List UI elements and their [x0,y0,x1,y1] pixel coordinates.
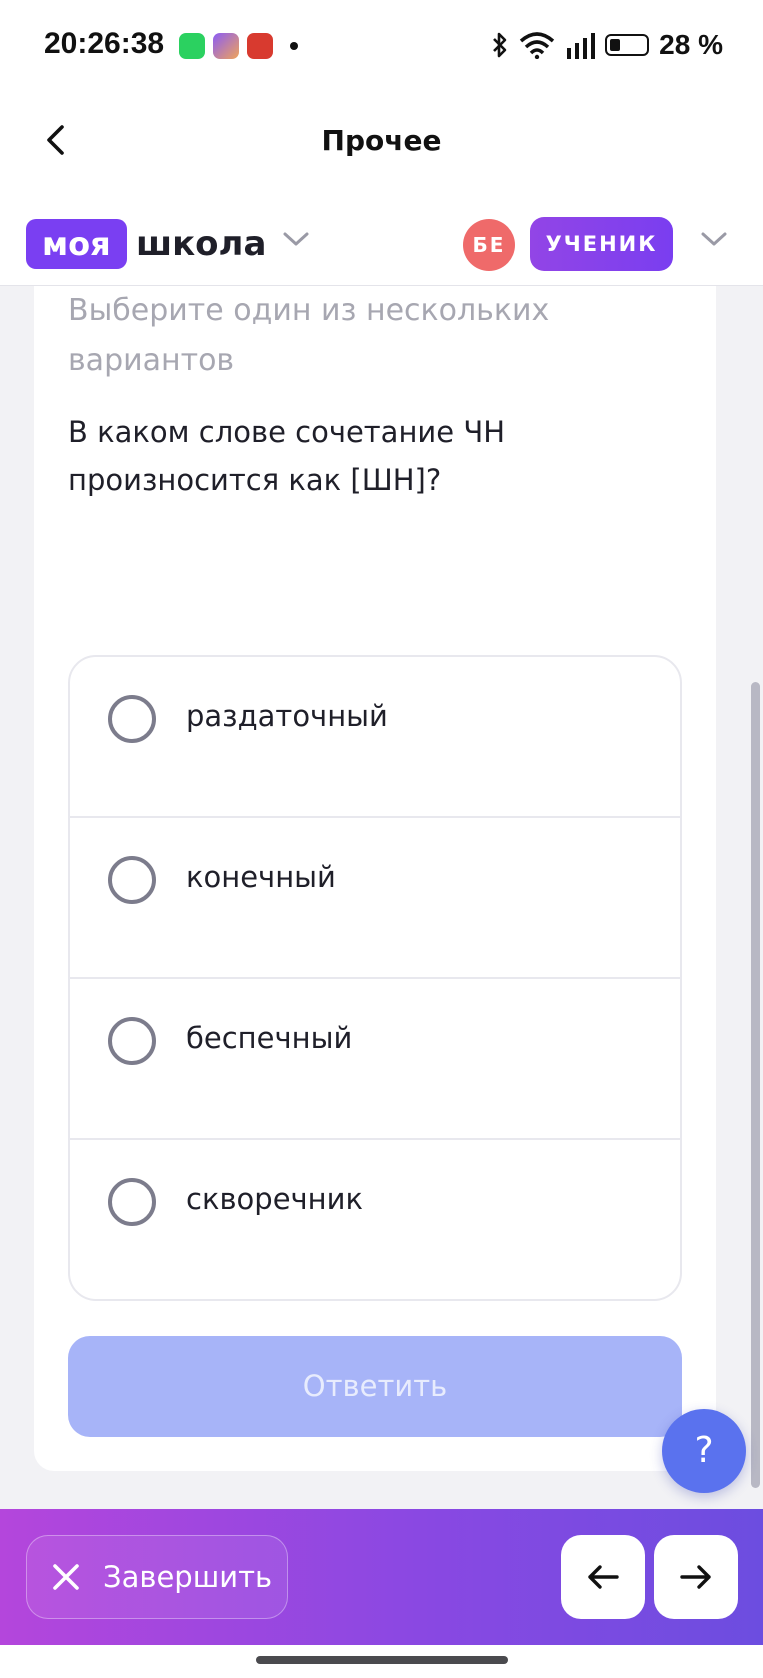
previous-button[interactable] [561,1535,645,1619]
chevron-down-icon[interactable] [282,230,310,248]
home-indicator[interactable] [256,1656,508,1664]
role-button[interactable]: УЧЕНИК [530,217,673,271]
next-button[interactable] [654,1535,738,1619]
battery-icon [605,34,650,56]
myschool-icon [213,33,239,59]
fire-icon [247,33,273,59]
instruction-text: Выберите один из нескольких вариантов [68,293,550,378]
wifi-icon [520,32,555,59]
submit-button[interactable]: Ответить [68,1336,682,1437]
answer-option-label: раздаточный [186,699,388,733]
avatar[interactable]: БЕ [463,219,515,271]
battery-percent: 28 % [659,29,723,60]
logo-box[interactable]: моя [26,219,127,269]
page-title: Прочее [321,124,442,157]
radio-button[interactable] [108,695,156,743]
status-indicators: 28 % [491,28,723,62]
answer-options: раздаточный конечный беспечный скворечни… [68,655,682,1301]
scrollbar[interactable] [751,682,760,1488]
whatsapp-icon [179,33,205,59]
question-card: Выберите один из нескольких вариантов В … [34,286,716,1471]
radio-button[interactable] [108,856,156,904]
app-header: моя школа БЕ УЧЕНИК [0,192,763,286]
notification-dot-icon [290,42,298,50]
status-time: 20:26:38 [44,27,165,60]
arrow-left-icon [588,1565,619,1589]
answer-option[interactable]: конечный [70,818,680,979]
close-icon [53,1564,79,1590]
finish-label: Завершить [103,1560,273,1594]
status-bar: 20:26:38 28 % [0,0,763,92]
answer-option-label: беспечный [186,1021,353,1055]
radio-button[interactable] [108,1178,156,1226]
answer-option[interactable]: раздаточный [70,657,680,818]
finish-button[interactable]: Завершить [26,1535,288,1619]
arrow-right-icon [680,1565,711,1589]
logo-text[interactable]: школа [136,219,266,269]
bottom-bar: Завершить [0,1509,763,1645]
answer-option-label: скворечник [186,1182,364,1216]
answer-option[interactable]: скворечник [70,1140,680,1299]
chevron-down-icon[interactable] [700,230,728,248]
answer-option[interactable]: беспечный [70,979,680,1140]
bluetooth-icon [493,32,507,58]
radio-button[interactable] [108,1017,156,1065]
help-button[interactable]: ? [662,1409,746,1493]
title-bar: Прочее [0,92,763,192]
signal-icon [567,33,596,59]
answer-option-label: конечный [186,860,336,894]
question-text: В каком слове сочетание ЧН произносится … [68,415,506,497]
